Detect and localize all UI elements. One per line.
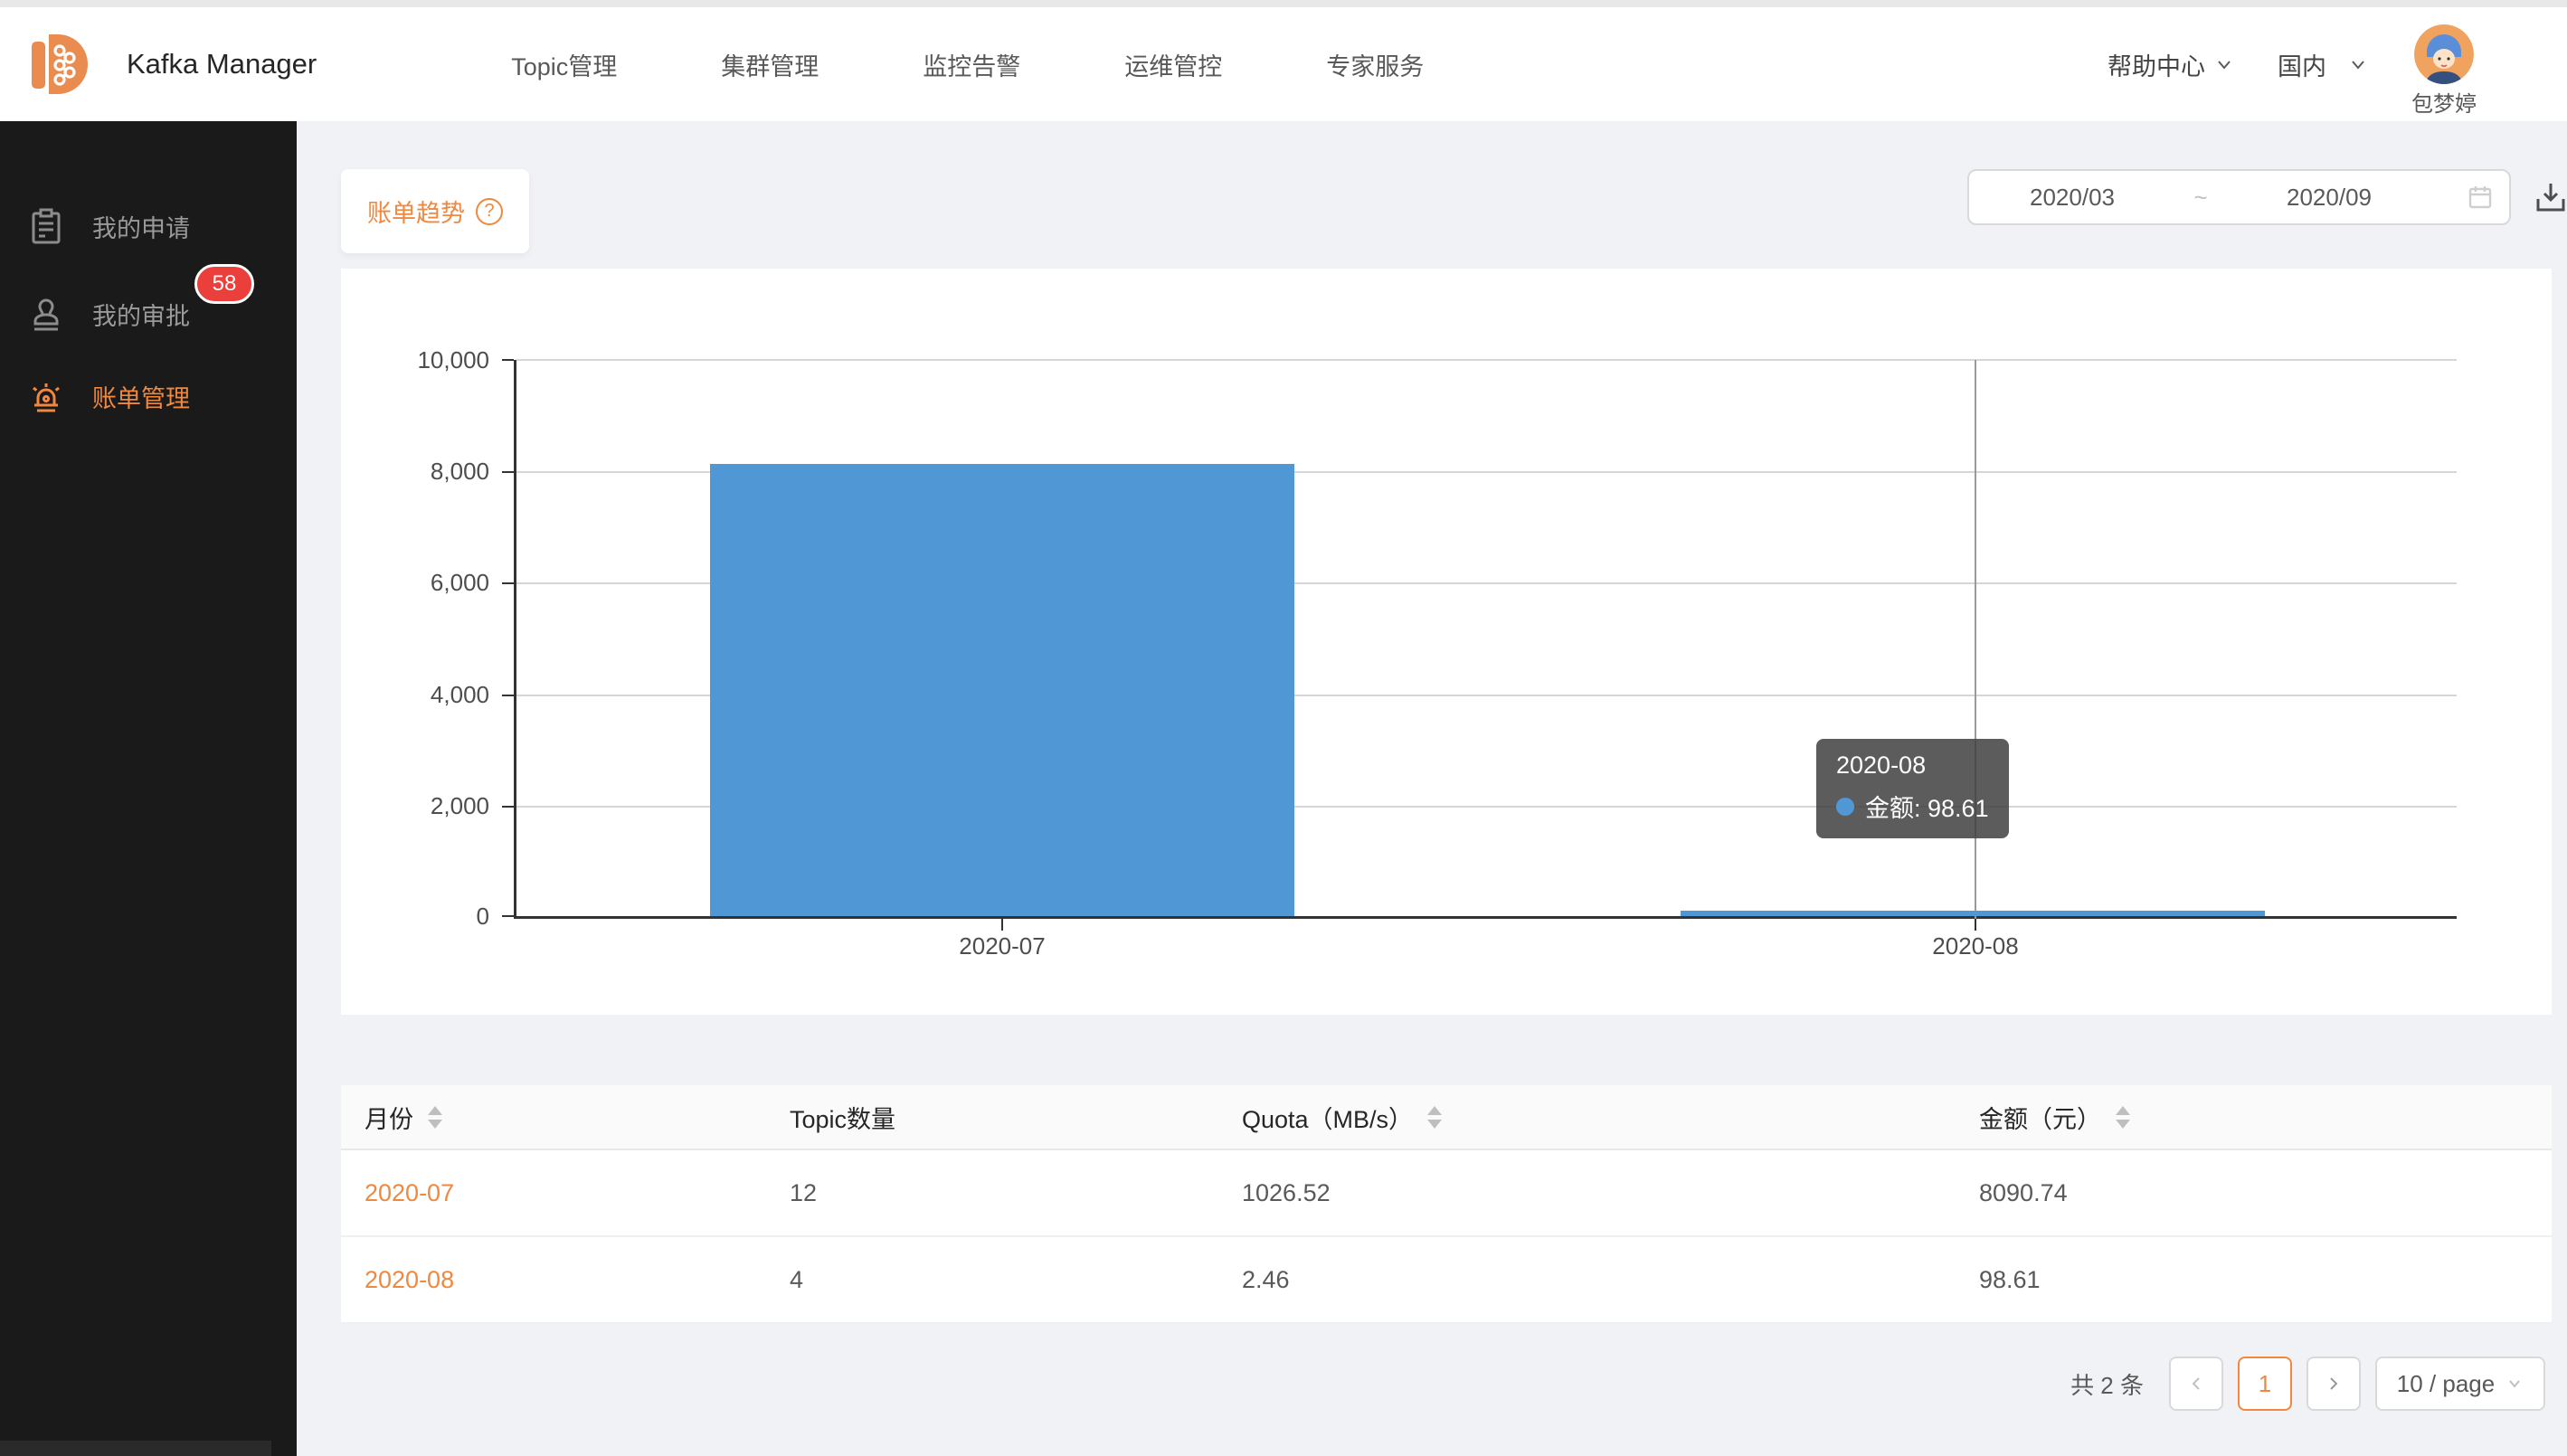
chevron-left-icon <box>2187 1375 2205 1393</box>
x-axis-tick-label: 2020-08 <box>1876 932 2075 960</box>
region-dropdown[interactable]: 国内 <box>2278 47 2368 82</box>
nav-topic-management[interactable]: Topic管理 <box>511 47 617 82</box>
sort-icon <box>2116 1106 2130 1129</box>
total-count: 共 2 条 <box>2070 1367 2144 1401</box>
app-header: Kafka Manager Topic管理 集群管理 监控告警 运维管控 专家服… <box>0 7 2567 121</box>
help-question-icon[interactable]: ? <box>476 198 503 225</box>
month-link[interactable]: 2020-08 <box>365 1266 454 1293</box>
tab-billing-trend[interactable]: 账单趋势 ? <box>341 169 529 253</box>
y-axis-tick-label: 2,000 <box>321 791 489 820</box>
pagination: 共 2 条 1 10 / page <box>2070 1357 2545 1411</box>
quota-cell: 1026.52 <box>1218 1179 1956 1207</box>
table-row: 2020-08 4 2.46 98.61 <box>341 1237 2552 1324</box>
sidebar: 我的申请 我的审批 58 账单管理 <box>0 121 297 1456</box>
download-icon[interactable] <box>2531 177 2567 217</box>
billing-trend-chart: 10,000 8,000 6,000 4,000 2,000 0 2020-07… <box>341 269 2552 1015</box>
header-right: 帮助中心 国内 包梦婷 <box>2108 7 2477 121</box>
sidebar-item-label: 我的申请 <box>92 209 190 244</box>
amount-cell: 8090.74 <box>1956 1179 2552 1207</box>
sidebar-item-label: 账单管理 <box>92 379 190 414</box>
quota-cell: 2.46 <box>1218 1266 1956 1294</box>
tooltip-value: 金额: 98.61 <box>1865 789 1989 824</box>
kafka-manager-logo-icon <box>27 27 101 101</box>
sidebar-item-my-approvals[interactable]: 我的审批 <box>0 285 297 343</box>
nav-monitor-alert[interactable]: 监控告警 <box>923 47 1020 82</box>
chevron-right-icon <box>2325 1375 2343 1393</box>
chart-plot-area: 10,000 8,000 6,000 4,000 2,000 0 2020-07… <box>514 360 2457 919</box>
bar-2020-07[interactable] <box>710 464 1294 916</box>
nav-cluster-management[interactable]: 集群管理 <box>721 47 819 82</box>
nav-ops-control[interactable]: 运维管控 <box>1124 47 1222 82</box>
topic-count-cell: 4 <box>766 1266 1218 1294</box>
tab-label: 账单趋势 <box>367 194 465 229</box>
billing-table: 月份 Topic数量 Quota（MB/s） 金额（元） 2020-07 12 … <box>341 1085 2552 1324</box>
table-header-row: 月份 Topic数量 Quota（MB/s） 金额（元） <box>341 1085 2552 1150</box>
sidebar-collapse-trigger[interactable] <box>0 1441 271 1456</box>
y-axis-tick-label: 4,000 <box>321 680 489 709</box>
chevron-down-icon <box>2214 54 2234 74</box>
bar-2020-08[interactable] <box>1681 911 2265 916</box>
y-axis-tick-label: 6,000 <box>321 568 489 597</box>
gridline <box>516 359 2457 361</box>
sort-icon <box>1427 1106 1442 1129</box>
prev-page-button[interactable] <box>2169 1357 2223 1411</box>
sidebar-item-label: 我的审批 <box>92 297 190 332</box>
page-size-select[interactable]: 10 / page <box>2375 1357 2545 1411</box>
column-header-month[interactable]: 月份 <box>341 1100 766 1135</box>
month-link[interactable]: 2020-07 <box>365 1179 454 1206</box>
column-header-amount[interactable]: 金额（元） <box>1956 1100 2552 1135</box>
series-dot-icon <box>1836 798 1854 816</box>
topic-count-cell: 12 <box>766 1179 1218 1207</box>
tooltip-title: 2020-08 <box>1836 752 1989 780</box>
user-menu[interactable]: 包梦婷 <box>2411 12 2477 118</box>
page-size-value: 10 / page <box>2397 1370 2495 1398</box>
main-content: 账单趋势 ? 2020/03 ~ 2020/09 <box>297 121 2567 1456</box>
table-row: 2020-07 12 1026.52 8090.74 <box>341 1150 2552 1237</box>
chevron-down-icon <box>2348 54 2368 74</box>
date-end-input[interactable]: 2020/09 <box>2226 184 2432 212</box>
sidebar-item-my-applications[interactable]: 我的申请 <box>0 197 297 255</box>
y-axis-tick-label: 0 <box>321 902 489 931</box>
calendar-icon[interactable] <box>2466 183 2495 212</box>
date-range-separator: ~ <box>2175 184 2226 212</box>
amount-cell: 98.61 <box>1956 1266 2552 1294</box>
page-1-button[interactable]: 1 <box>2238 1357 2292 1411</box>
region-label: 国内 <box>2278 47 2326 82</box>
page-title: Kafka Manager <box>127 48 317 80</box>
siren-icon <box>25 375 67 417</box>
next-page-button[interactable] <box>2307 1357 2361 1411</box>
main-nav: Topic管理 集群管理 监控告警 运维管控 专家服务 <box>511 47 1424 82</box>
sort-icon <box>428 1106 442 1129</box>
avatar <box>2414 24 2474 84</box>
column-header-quota[interactable]: Quota（MB/s） <box>1218 1100 1956 1135</box>
approval-count-badge: 58 <box>194 264 254 304</box>
y-axis-tick-label: 8,000 <box>321 457 489 486</box>
y-axis-tick-label: 10,000 <box>321 345 489 374</box>
date-start-input[interactable]: 2020/03 <box>1969 184 2175 212</box>
help-center-label: 帮助中心 <box>2108 47 2205 82</box>
sidebar-item-billing[interactable]: 账单管理 <box>0 367 297 425</box>
top-strip <box>0 0 2567 7</box>
clipboard-icon <box>25 205 67 247</box>
nav-expert-service[interactable]: 专家服务 <box>1326 47 1424 82</box>
date-range-picker[interactable]: 2020/03 ~ 2020/09 <box>1967 169 2511 225</box>
chevron-down-icon <box>2505 1375 2524 1393</box>
x-axis-tick-label: 2020-07 <box>903 932 1102 960</box>
help-center-dropdown[interactable]: 帮助中心 <box>2108 47 2234 82</box>
chart-tooltip: 2020-08 金额: 98.61 <box>1816 739 2009 838</box>
column-header-topic-count: Topic数量 <box>766 1100 1218 1135</box>
stamp-icon <box>25 293 67 335</box>
user-name: 包梦婷 <box>2411 86 2477 118</box>
